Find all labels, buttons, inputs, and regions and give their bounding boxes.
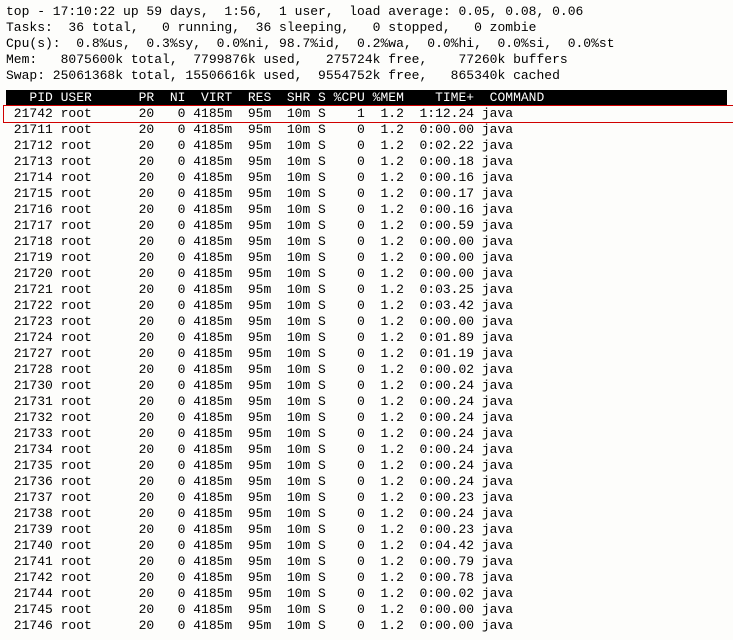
table-row: 21723 root 20 0 4185m 95m 10m S 0 1.2 0:… [6,314,727,330]
table-row: 21720 root 20 0 4185m 95m 10m S 0 1.2 0:… [6,266,727,282]
table-row: 21713 root 20 0 4185m 95m 10m S 0 1.2 0:… [6,154,727,170]
table-row: 21734 root 20 0 4185m 95m 10m S 0 1.2 0:… [6,442,727,458]
table-row: 21739 root 20 0 4185m 95m 10m S 0 1.2 0:… [6,522,727,538]
table-row: 21738 root 20 0 4185m 95m 10m S 0 1.2 0:… [6,506,727,522]
table-row: 21742 root 20 0 4185m 95m 10m S 1 1.2 1:… [6,106,727,122]
table-row: 21721 root 20 0 4185m 95m 10m S 0 1.2 0:… [6,282,727,298]
top-summary-line-2: Tasks: 36 total, 0 running, 36 sleeping,… [6,20,727,36]
table-row: 21730 root 20 0 4185m 95m 10m S 0 1.2 0:… [6,378,727,394]
table-row: 21733 root 20 0 4185m 95m 10m S 0 1.2 0:… [6,426,727,442]
table-row: 21718 root 20 0 4185m 95m 10m S 0 1.2 0:… [6,234,727,250]
table-row: 21741 root 20 0 4185m 95m 10m S 0 1.2 0:… [6,554,727,570]
table-row: 21732 root 20 0 4185m 95m 10m S 0 1.2 0:… [6,410,727,426]
table-row: 21712 root 20 0 4185m 95m 10m S 0 1.2 0:… [6,138,727,154]
table-row: 21740 root 20 0 4185m 95m 10m S 0 1.2 0:… [6,538,727,554]
top-summary-line-5: Swap: 25061368k total, 15506616k used, 9… [6,68,727,84]
table-row: 21724 root 20 0 4185m 95m 10m S 0 1.2 0:… [6,330,727,346]
top-summary-line-3: Cpu(s): 0.8%us, 0.3%sy, 0.0%ni, 98.7%id,… [6,36,727,52]
table-row: 21728 root 20 0 4185m 95m 10m S 0 1.2 0:… [6,362,727,378]
top-summary-line-4: Mem: 8075600k total, 7799876k used, 2757… [6,52,727,68]
table-row: 21746 root 20 0 4185m 95m 10m S 0 1.2 0:… [6,618,727,634]
table-row: 21745 root 20 0 4185m 95m 10m S 0 1.2 0:… [6,602,727,618]
table-row: 21742 root 20 0 4185m 95m 10m S 0 1.2 0:… [6,570,727,586]
table-row: 21744 root 20 0 4185m 95m 10m S 0 1.2 0:… [6,586,727,602]
column-header-row: PID USER PR NI VIRT RES SHR S %CPU %MEM … [6,90,727,106]
table-row: 21719 root 20 0 4185m 95m 10m S 0 1.2 0:… [6,250,727,266]
table-row: 21727 root 20 0 4185m 95m 10m S 0 1.2 0:… [6,346,727,362]
table-row: 21735 root 20 0 4185m 95m 10m S 0 1.2 0:… [6,458,727,474]
table-row: 21717 root 20 0 4185m 95m 10m S 0 1.2 0:… [6,218,727,234]
table-row: 21731 root 20 0 4185m 95m 10m S 0 1.2 0:… [6,394,727,410]
table-row: 21722 root 20 0 4185m 95m 10m S 0 1.2 0:… [6,298,727,314]
table-row: 21737 root 20 0 4185m 95m 10m S 0 1.2 0:… [6,490,727,506]
table-row: 21715 root 20 0 4185m 95m 10m S 0 1.2 0:… [6,186,727,202]
table-row: 21711 root 20 0 4185m 95m 10m S 0 1.2 0:… [6,122,727,138]
table-row: 21714 root 20 0 4185m 95m 10m S 0 1.2 0:… [6,170,727,186]
terminal-output: top - 17:10:22 up 59 days, 1:56, 1 user,… [0,0,733,640]
table-row: 21736 root 20 0 4185m 95m 10m S 0 1.2 0:… [6,474,727,490]
process-table: 21742 root 20 0 4185m 95m 10m S 1 1.2 1:… [6,106,727,634]
table-row: 21716 root 20 0 4185m 95m 10m S 0 1.2 0:… [6,202,727,218]
top-summary-line-1: top - 17:10:22 up 59 days, 1:56, 1 user,… [6,4,727,20]
